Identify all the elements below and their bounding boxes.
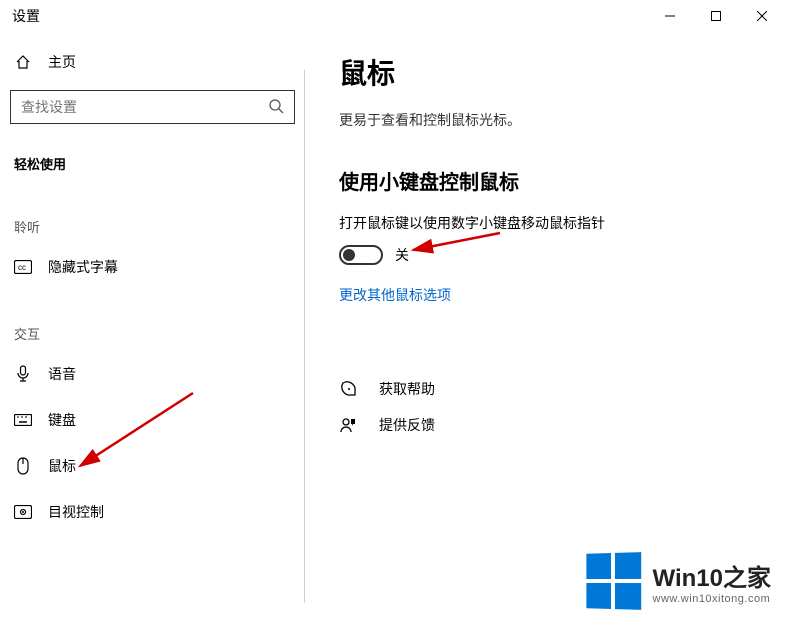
microphone-icon xyxy=(14,365,32,383)
home-button[interactable]: 主页 xyxy=(0,42,305,82)
help-block: 获取帮助 提供反馈 xyxy=(339,371,755,443)
search-input-container[interactable] xyxy=(10,90,295,124)
sidebar-item-label: 鼠标 xyxy=(48,456,76,476)
sidebar-item-label: 隐藏式字幕 xyxy=(48,257,118,277)
sidebar-item-closed-captions[interactable]: cc 隐藏式字幕 xyxy=(0,244,305,290)
mouse-icon xyxy=(14,457,32,475)
home-label: 主页 xyxy=(48,52,76,72)
closed-captions-icon: cc xyxy=(14,260,32,274)
main-container: 主页 轻松使用 聆听 cc 隐藏式字幕 交互 语音 xyxy=(0,32,785,623)
feedback-link[interactable]: 提供反馈 xyxy=(339,407,755,443)
other-mouse-options-link[interactable]: 更改其他鼠标选项 xyxy=(339,285,451,305)
feedback-icon xyxy=(339,416,359,434)
windows-logo-icon xyxy=(586,552,641,610)
sidebar-item-mouse[interactable]: 鼠标 xyxy=(0,443,305,489)
minimize-button[interactable] xyxy=(647,0,693,32)
window-title: 设置 xyxy=(12,6,40,26)
sidebar-item-label: 键盘 xyxy=(48,410,76,430)
sidebar-item-label: 目视控制 xyxy=(48,502,104,522)
watermark-url: www.win10xitong.com xyxy=(653,593,771,605)
page-subtitle: 更易于查看和控制鼠标光标。 xyxy=(339,110,755,130)
page-title: 鼠标 xyxy=(339,52,755,92)
toggle-state: 关 xyxy=(395,245,409,265)
watermark-text: Win10之家 www.win10xitong.com xyxy=(653,558,771,605)
content-panel: 鼠标 更易于查看和控制鼠标光标。 使用小键盘控制鼠标 打开鼠标键以使用数字小键盘… xyxy=(305,32,785,623)
window-controls xyxy=(647,0,785,32)
help-icon xyxy=(339,380,359,398)
group-listen-label: 聆听 xyxy=(0,211,305,244)
feedback-label: 提供反馈 xyxy=(379,415,435,435)
watermark-title: Win10之家 xyxy=(653,558,771,593)
titlebar: 设置 xyxy=(0,0,785,32)
toggle-row: 关 xyxy=(339,245,755,265)
keyboard-icon xyxy=(14,414,32,426)
maximize-button[interactable] xyxy=(693,0,739,32)
watermark: Win10之家 www.win10xitong.com xyxy=(585,553,771,609)
section-title: 轻松使用 xyxy=(0,144,305,183)
sidebar: 主页 轻松使用 聆听 cc 隐藏式字幕 交互 语音 xyxy=(0,32,305,623)
svg-text:cc: cc xyxy=(18,263,26,272)
help-label: 获取帮助 xyxy=(379,379,435,399)
mouse-keys-toggle[interactable] xyxy=(339,245,383,265)
section-heading: 使用小键盘控制鼠标 xyxy=(339,166,755,195)
group-interact-label: 交互 xyxy=(0,318,305,351)
vertical-divider xyxy=(304,70,305,603)
sidebar-item-eye-control[interactable]: 目视控制 xyxy=(0,489,305,535)
search-icon xyxy=(268,98,284,117)
search-input[interactable] xyxy=(21,99,261,115)
sidebar-item-keyboard[interactable]: 键盘 xyxy=(0,397,305,443)
toggle-label: 打开鼠标键以使用数字小键盘移动鼠标指针 xyxy=(339,213,755,233)
sidebar-item-speech[interactable]: 语音 xyxy=(0,351,305,397)
eye-control-icon xyxy=(14,505,32,519)
get-help-link[interactable]: 获取帮助 xyxy=(339,371,755,407)
home-icon xyxy=(14,54,32,70)
close-button[interactable] xyxy=(739,0,785,32)
sidebar-item-label: 语音 xyxy=(48,364,76,384)
